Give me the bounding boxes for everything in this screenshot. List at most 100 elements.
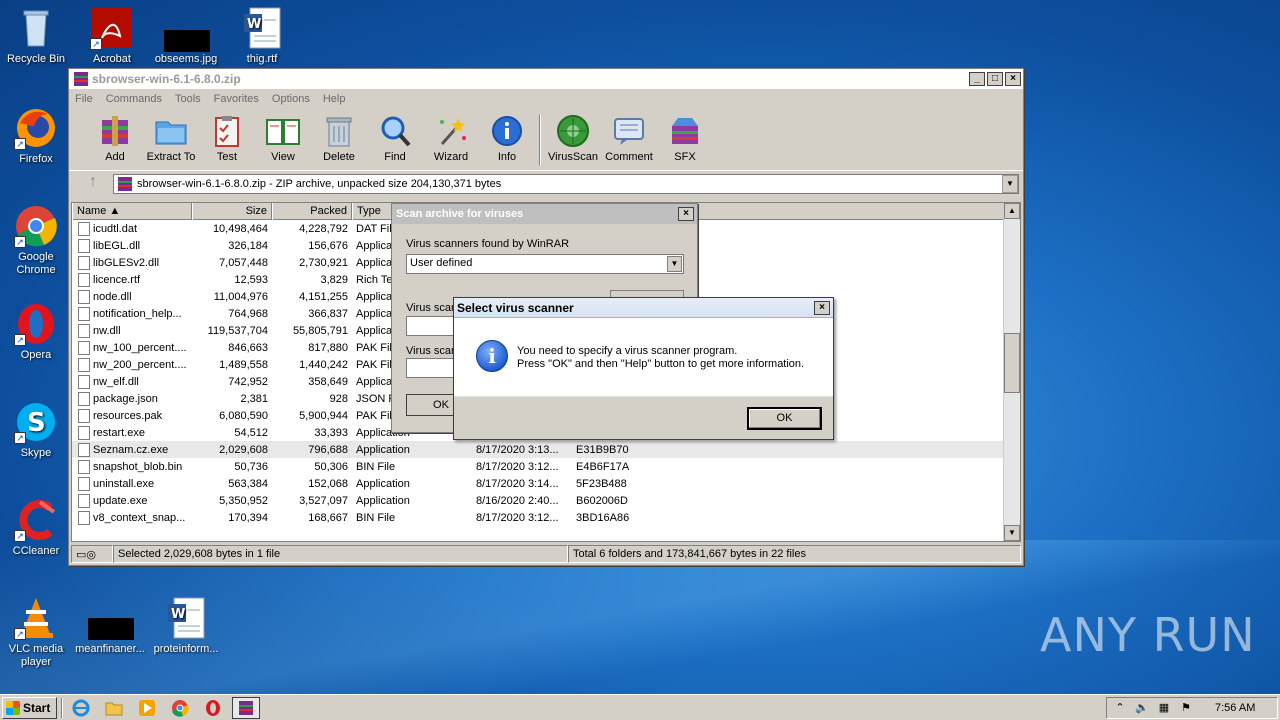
path-field[interactable]: sbrowser-win-6.1-6.8.0.zip - ZIP archive… — [113, 174, 1019, 194]
menu-favorites[interactable]: Favorites — [214, 93, 259, 105]
menu-help[interactable]: Help — [323, 93, 346, 105]
desktop-icon-vlc[interactable]: ↗ VLC media player — [0, 596, 74, 669]
table-row[interactable]: uninstall.exe 563,384 152,068 Application 8/… — [72, 475, 1020, 492]
desktop-icon-chrome[interactable]: ↗ Google Chrome — [0, 204, 74, 277]
desktop-icon-skype[interactable]: S ↗ Skype — [0, 400, 74, 460]
file-packed: 168,667 — [308, 511, 348, 524]
clock[interactable]: 7:56 AM — [1215, 702, 1255, 714]
menu-tools[interactable]: Tools — [175, 93, 201, 105]
message-titlebar[interactable]: Select virus scanner × — [454, 298, 833, 318]
file-modified: 8/16/2020 2:40... — [476, 494, 559, 507]
virusscan-button[interactable]: VirusScan — [545, 113, 601, 163]
magnifier-icon — [377, 113, 413, 149]
ok-button[interactable]: OK — [747, 407, 822, 430]
menu-options[interactable]: Options — [272, 93, 310, 105]
desktop-icon-firefox[interactable]: ↗ Firefox — [0, 106, 74, 166]
file-icon — [78, 323, 90, 338]
extract-to-button[interactable]: Extract To — [143, 113, 199, 163]
file-name: nw_100_percent.... — [72, 340, 192, 355]
svg-text:S: S — [27, 408, 46, 438]
close-button[interactable]: × — [1005, 72, 1021, 86]
table-row[interactable]: snapshot_blob.bin 50,736 50,306 BIN File 8/1… — [72, 458, 1020, 475]
add-button[interactable]: Add — [87, 113, 143, 163]
sfx-button[interactable]: SFX — [657, 113, 713, 163]
media-player-icon[interactable] — [133, 697, 161, 719]
column-packed[interactable]: Packed — [272, 203, 352, 220]
find-button[interactable]: Find — [367, 113, 423, 163]
flag-icon[interactable]: ⚑ — [1179, 701, 1193, 715]
scanners-found-label: Virus scanners found by WinRAR — [406, 238, 570, 250]
desktop-icon-recycle-bin[interactable]: Recycle Bin — [0, 6, 74, 66]
file-packed: 817,880 — [308, 341, 348, 354]
table-row[interactable]: update.exe 5,350,952 3,527,097 Application 8… — [72, 492, 1020, 509]
scanner-parameters-field[interactable] — [406, 358, 456, 378]
scan-dialog-titlebar[interactable]: Scan archive for viruses × — [392, 204, 697, 224]
scroll-up-arrow[interactable]: ▲ — [1004, 203, 1020, 219]
recycle-bin-icon — [14, 6, 58, 50]
view-button[interactable]: View — [255, 113, 311, 163]
image-file-icon — [88, 596, 134, 640]
minimize-button[interactable]: _ — [969, 72, 985, 86]
table-row[interactable]: Seznam.cz.exe 2,029,608 796,688 Application… — [72, 441, 1020, 458]
scanner-program-field[interactable] — [406, 316, 456, 336]
status-total: Total 6 folders and 173,841,667 bytes in… — [568, 545, 1021, 563]
desktop-icon-obseems[interactable]: obseems.jpg — [148, 6, 224, 66]
winrar-taskbar-button[interactable] — [232, 696, 260, 719]
vlc-icon: ↗ — [14, 596, 58, 640]
chrome-icon[interactable] — [166, 697, 194, 719]
file-icon — [78, 340, 90, 355]
close-button[interactable]: × — [678, 207, 694, 221]
file-name: nw_200_percent.... — [72, 357, 192, 372]
column-size[interactable]: Size — [192, 203, 272, 220]
chevron-down-icon[interactable]: ▼ — [667, 256, 682, 272]
chevron-down-icon[interactable]: ▼ — [1002, 175, 1018, 193]
file-icon — [78, 442, 90, 457]
file-packed: 3,527,097 — [299, 494, 348, 507]
taskbar: Start ⌃ 🔈 ▦ ⚑ 7:56 AM — [0, 694, 1280, 720]
vertical-scrollbar[interactable]: ▲ ▼ — [1003, 203, 1020, 541]
close-button[interactable]: × — [814, 300, 830, 315]
comment-button[interactable]: Comment — [601, 113, 657, 163]
file-packed: 2,730,921 — [299, 256, 348, 269]
table-row[interactable]: v8_context_snap... 170,394 168,667 BIN File… — [72, 509, 1020, 526]
network-icon[interactable]: ▦ — [1157, 701, 1171, 715]
scroll-thumb[interactable] — [1004, 333, 1020, 393]
test-button[interactable]: Test — [199, 113, 255, 163]
up-folder-button[interactable]: ↑ — [73, 173, 113, 195]
add-archive-icon — [97, 113, 133, 149]
opera-icon[interactable] — [199, 697, 227, 719]
file-modified: 8/17/2020 3:14... — [476, 477, 559, 490]
menu-file[interactable]: File — [75, 93, 93, 105]
scanner-select[interactable]: User defined ▼ — [406, 254, 684, 274]
scroll-down-arrow[interactable]: ▼ — [1004, 525, 1020, 541]
speaker-icon[interactable]: 🔈 — [1135, 701, 1149, 715]
file-crc: B602006D — [576, 494, 628, 507]
file-type: BIN File — [356, 460, 396, 473]
menu-commands[interactable]: Commands — [106, 93, 162, 105]
desktop-icon-opera[interactable]: ↗ Opera — [0, 302, 74, 362]
system-tray: ⌃ 🔈 ▦ ⚑ 7:56 AM — [1106, 697, 1278, 719]
wizard-button[interactable]: Wizard — [423, 113, 479, 163]
maximize-button[interactable]: □ — [987, 72, 1003, 86]
opera-icon: ↗ — [14, 302, 58, 346]
column-name[interactable]: Name ▲ — [72, 203, 192, 220]
file-size: 1,489,558 — [219, 358, 268, 371]
start-button[interactable]: Start — [2, 696, 57, 719]
desktop-icon-proteinform[interactable]: W proteinform... — [148, 596, 224, 656]
virus-scan-icon — [555, 113, 591, 149]
delete-button[interactable]: Delete — [311, 113, 367, 163]
winrar-titlebar[interactable]: sbrowser-win-6.1-6.8.0.zip _ □ × — [69, 69, 1023, 89]
desktop-icon-thig-rtf[interactable]: W thig.rtf — [224, 6, 300, 66]
info-button[interactable]: Info — [479, 113, 535, 163]
file-name: icudtl.dat — [72, 221, 192, 236]
desktop-icon-ccleaner[interactable]: ↗ CCleaner — [0, 498, 74, 558]
ie-icon[interactable] — [67, 697, 95, 719]
winrar-icon — [73, 71, 89, 87]
chevron-up-icon[interactable]: ⌃ — [1113, 701, 1127, 715]
explorer-icon[interactable] — [100, 697, 128, 719]
comment-icon — [611, 113, 647, 149]
file-size: 7,057,448 — [219, 256, 268, 269]
desktop-icon-meanfinaner[interactable]: meanfinaner... — [72, 596, 148, 656]
file-crc: 5F23B488 — [576, 477, 627, 490]
desktop-icon-acrobat[interactable]: ↗ Acrobat — [74, 6, 150, 66]
